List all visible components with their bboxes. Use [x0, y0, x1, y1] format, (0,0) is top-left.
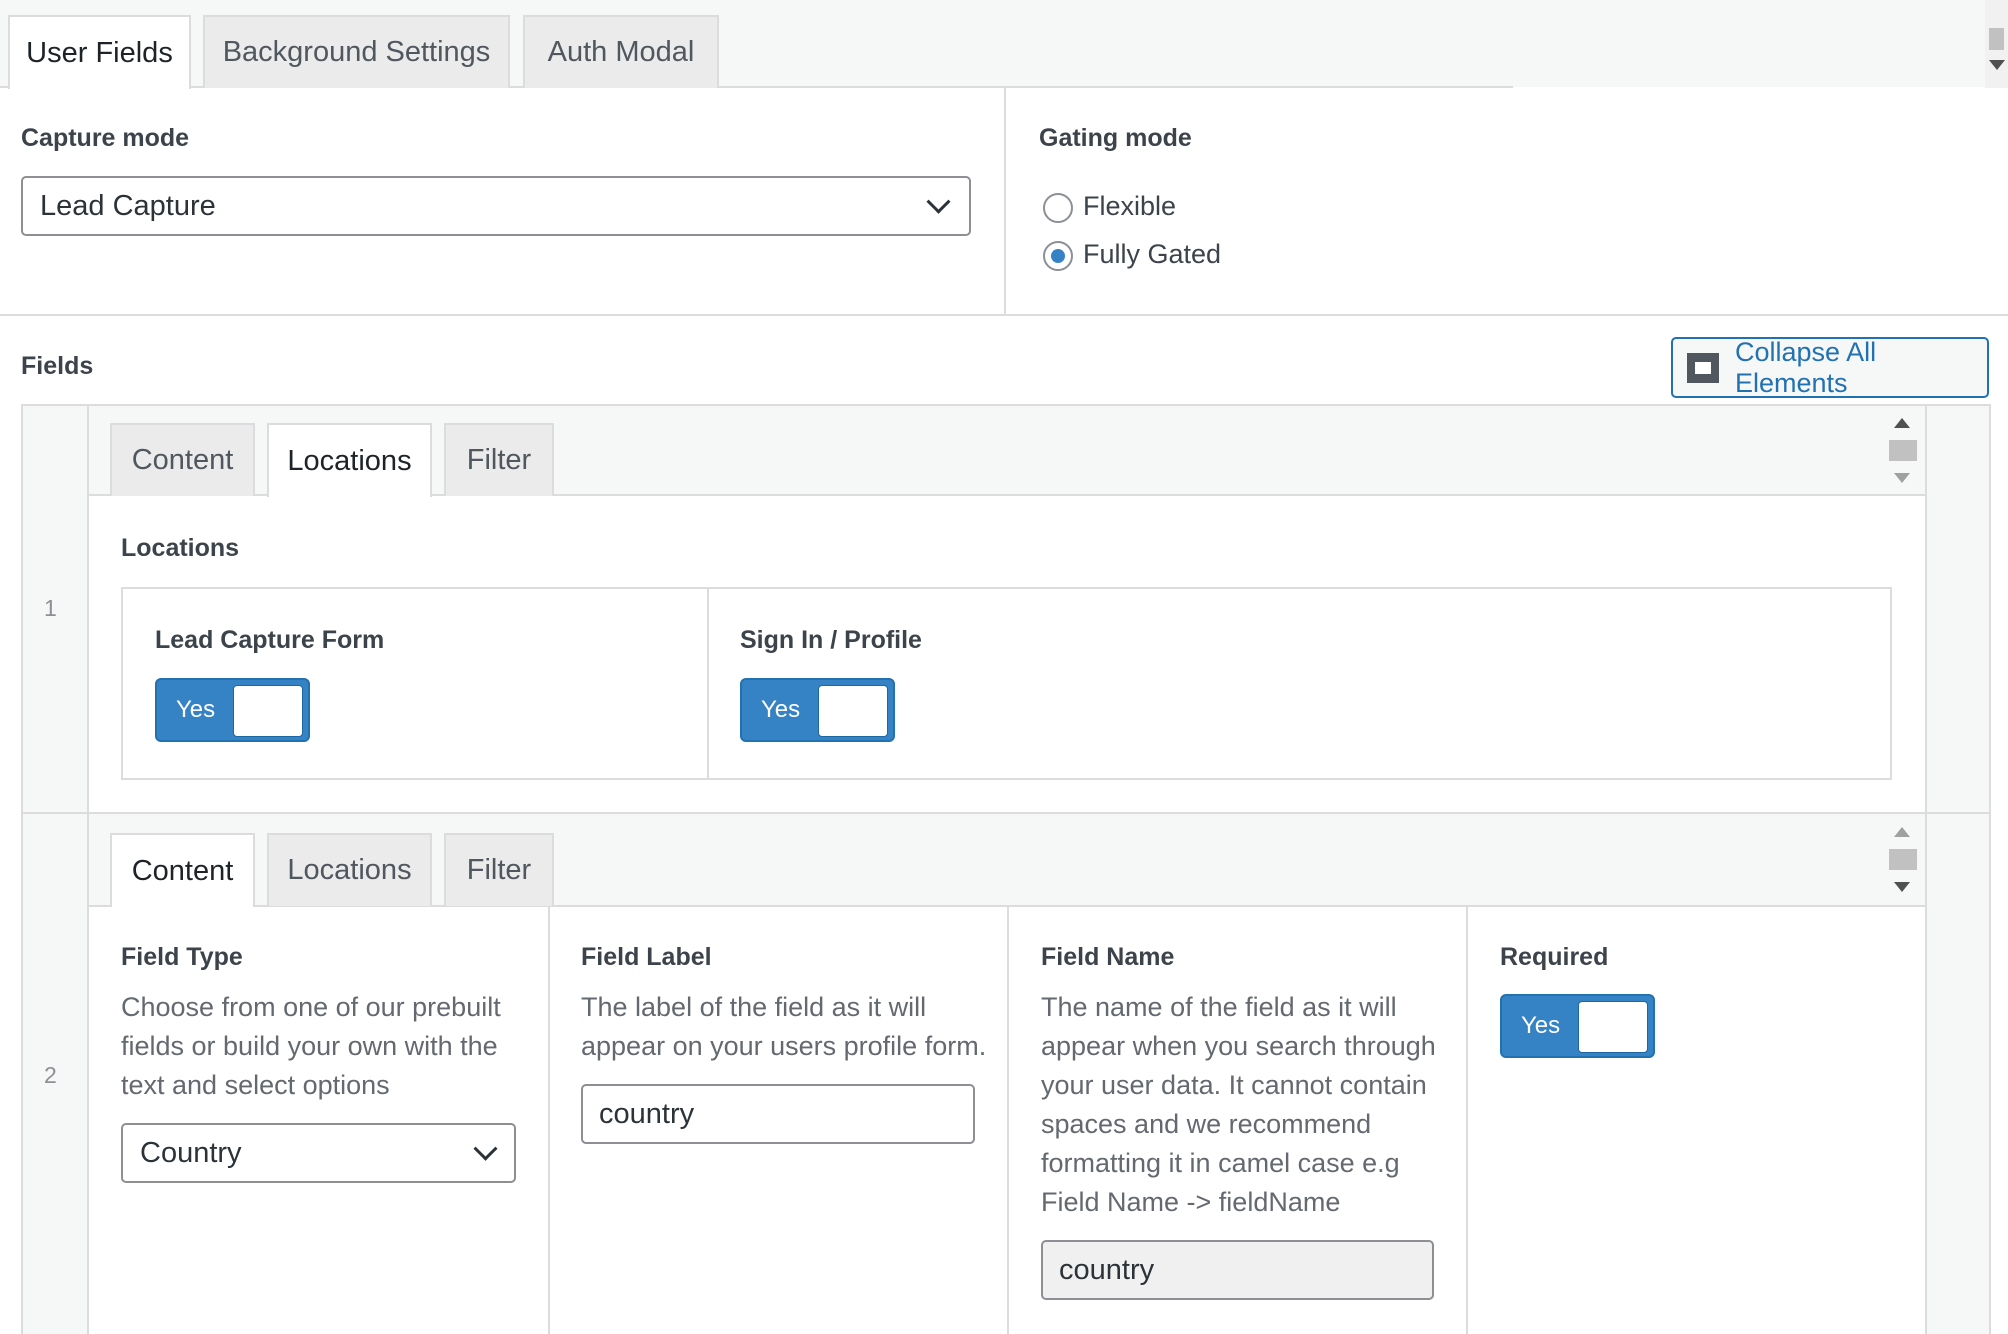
row-divider	[21, 812, 1991, 814]
locations-title: Locations	[121, 534, 240, 562]
capture-mode-label: Capture mode	[21, 124, 190, 152]
required-label: Required	[1500, 943, 1609, 971]
scroll-up-icon[interactable]	[1894, 418, 1910, 428]
lead-capture-form-toggle[interactable]: Yes	[155, 678, 310, 742]
field-label-description: The label of the field as it will appear…	[581, 992, 987, 1061]
page-scrollbar-thumb[interactable]	[1989, 28, 2004, 50]
field-label-input[interactable]: country	[581, 1084, 975, 1144]
column-divider	[1004, 88, 1006, 315]
sign-in-profile-label: Sign In / Profile	[740, 626, 922, 654]
field-type-label: Field Type	[121, 943, 243, 971]
required-toggle[interactable]: Yes	[1500, 994, 1655, 1058]
field-label-value: country	[599, 1097, 695, 1130]
field-label-label: Field Label	[581, 943, 712, 971]
collapse-all-button[interactable]: Collapse All Elements	[1671, 337, 1989, 398]
field-name-description: The name of the field as it will appear …	[1041, 992, 1436, 1217]
tab-background-settings[interactable]: Background Settings	[203, 15, 510, 88]
radio-fully-gated[interactable]	[1043, 241, 1073, 271]
collapse-all-label: Collapse All Elements	[1735, 336, 1877, 398]
capture-mode-value: Lead Capture	[40, 189, 216, 222]
lead-capture-form-label: Lead Capture Form	[155, 626, 385, 654]
row-1-scrollbar-thumb[interactable]	[1889, 440, 1917, 461]
content-column-divider	[548, 907, 550, 1334]
collapse-icon	[1687, 353, 1719, 383]
toggle-knob	[1578, 1001, 1648, 1053]
field-name-label: Field Name	[1041, 943, 1175, 971]
field-type-select[interactable]: Country	[121, 1123, 516, 1183]
field-name-input[interactable]: country	[1041, 1240, 1434, 1300]
row-2-scrollbar[interactable]	[1887, 822, 1917, 902]
actions-column-divider	[1925, 404, 1927, 1334]
scroll-up-icon[interactable]	[1894, 827, 1910, 837]
fields-label: Fields	[21, 352, 94, 380]
radio-fully-gated-label[interactable]: Fully Gated	[1083, 239, 1221, 270]
section-divider	[0, 314, 2008, 316]
toggle-knob	[818, 685, 888, 737]
row-2-tab-filter[interactable]: Filter	[444, 833, 554, 906]
locations-divider	[707, 589, 709, 778]
content-column-divider	[1007, 907, 1009, 1334]
scroll-down-icon[interactable]	[1894, 882, 1910, 892]
row-2-tab-locations[interactable]: Locations	[267, 833, 432, 906]
row-number: 2	[44, 1062, 57, 1088]
row-2-scrollbar-thumb[interactable]	[1889, 849, 1917, 870]
page-scrollbar[interactable]	[1985, 0, 2008, 88]
row-1-tab-locations[interactable]: Locations	[267, 423, 432, 497]
row-1-scrollbar[interactable]	[1887, 413, 1917, 493]
gating-mode-label: Gating mode	[1039, 124, 1192, 152]
toggle-yes-label: Yes	[761, 696, 801, 723]
row-number: 1	[44, 595, 57, 621]
row-1-tab-filter[interactable]: Filter	[444, 423, 554, 496]
field-type-value: Country	[140, 1136, 242, 1169]
chevron-down-icon	[473, 1136, 498, 1161]
toggle-knob	[233, 685, 303, 737]
field-name-value: country	[1059, 1253, 1155, 1286]
chevron-down-icon	[926, 189, 951, 214]
tab-auth-modal[interactable]: Auth Modal	[523, 15, 719, 88]
locations-box	[121, 587, 1892, 780]
toggle-yes-label: Yes	[176, 696, 216, 723]
radio-flexible-label[interactable]: Flexible	[1083, 191, 1176, 222]
row-1-tab-content[interactable]: Content	[110, 423, 255, 496]
row-2-tab-content[interactable]: Content	[110, 833, 255, 907]
tab-user-fields[interactable]: User Fields	[8, 15, 191, 89]
capture-mode-select[interactable]: Lead Capture	[21, 176, 971, 236]
sign-in-profile-toggle[interactable]: Yes	[740, 678, 895, 742]
scroll-down-icon[interactable]	[1989, 60, 2005, 70]
toggle-yes-label: Yes	[1521, 1012, 1561, 1039]
scroll-down-icon[interactable]	[1894, 473, 1910, 483]
content-column-divider	[1466, 907, 1468, 1334]
radio-flexible[interactable]	[1043, 193, 1073, 223]
field-type-description: Choose from one of our prebuilt fields o…	[121, 992, 501, 1100]
